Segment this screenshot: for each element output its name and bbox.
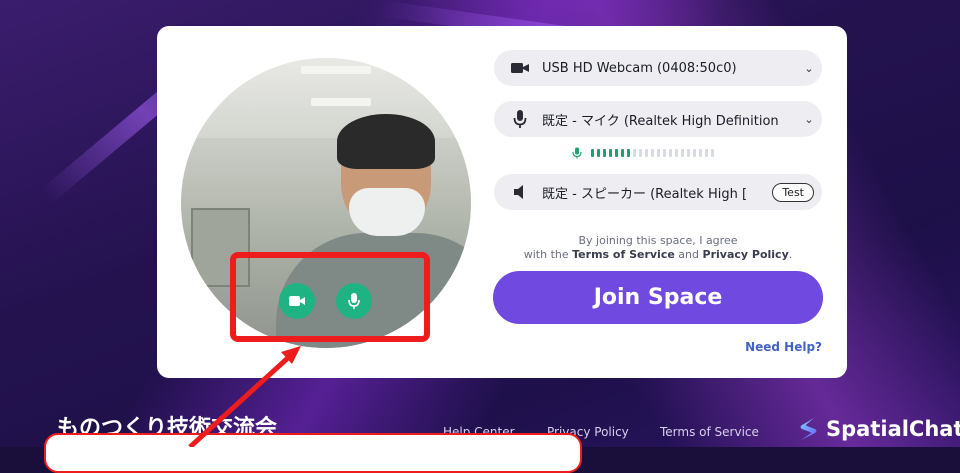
- privacy-policy-link[interactable]: Privacy Policy: [703, 248, 789, 261]
- microphone-level-bar: [597, 149, 600, 157]
- spatialchat-logo[interactable]: SpatialChat: [796, 416, 960, 442]
- microphone-level-bar: [675, 149, 678, 157]
- microphone-level-bar: [705, 149, 708, 157]
- speaker-select[interactable]: 既定 - スピーカー (Realtek High [ Test: [494, 174, 822, 210]
- speaker-icon: [506, 184, 534, 200]
- microphone-level-bar: [693, 149, 696, 157]
- microphone-level-bar: [687, 149, 690, 157]
- microphone-level-bar: [711, 149, 714, 157]
- microphone-level-bar: [663, 149, 666, 157]
- microphone-level-bar: [681, 149, 684, 157]
- spatialchat-logo-icon: [800, 418, 817, 440]
- microphone-level-bar: [669, 149, 672, 157]
- microphone-level-bars: [591, 149, 714, 157]
- camera-select[interactable]: USB HD Webcam (0408:50c0) ⌄: [494, 50, 822, 86]
- microphone-icon: [572, 147, 582, 159]
- microphone-level-bar: [633, 149, 636, 157]
- microphone-level-bar: [627, 149, 630, 157]
- terms-agreement-line1: By joining this space, I agree: [578, 234, 738, 247]
- microphone-level-bar: [603, 149, 606, 157]
- video-camera-icon: [506, 61, 534, 75]
- annotation-highlight-box: [230, 252, 430, 342]
- brand-name: SpatialChat: [826, 417, 960, 441]
- agreement-prefix: with the: [523, 248, 573, 261]
- camera-select-value: USB HD Webcam (0408:50c0): [542, 60, 737, 76]
- annotation-callout-box: [44, 433, 582, 473]
- need-help-link[interactable]: Need Help?: [700, 340, 822, 354]
- microphone-icon: [506, 109, 534, 129]
- microphone-level-bar: [639, 149, 642, 157]
- microphone-select[interactable]: 既定 - マイク (Realtek High Definition ⌄: [494, 101, 822, 137]
- terms-agreement-line2: with the Terms of Service and Privacy Po…: [494, 248, 822, 262]
- microphone-level-bar: [615, 149, 618, 157]
- microphone-level-bar: [621, 149, 624, 157]
- preview-person-mask: [349, 188, 425, 236]
- microphone-level-bar: [609, 149, 612, 157]
- chevron-down-icon: ⌄: [804, 112, 814, 126]
- microphone-level-bar: [651, 149, 654, 157]
- agreement-and: and: [674, 248, 703, 261]
- preview-light: [311, 98, 371, 106]
- speaker-select-value: 既定 - スピーカー (Realtek High [: [542, 186, 748, 202]
- microphone-level-bar: [591, 149, 594, 157]
- speaker-test-button[interactable]: Test: [772, 182, 814, 202]
- microphone-level-bar: [699, 149, 702, 157]
- preview-light: [301, 66, 371, 74]
- join-space-button[interactable]: Join Space: [493, 271, 823, 324]
- footer-link-terms-of-service[interactable]: Terms of Service: [660, 425, 759, 439]
- microphone-level-meter: [572, 147, 752, 159]
- microphone-level-bar: [645, 149, 648, 157]
- terms-agreement: By joining this space, I agree with the …: [494, 234, 822, 262]
- chevron-down-icon: ⌄: [804, 61, 814, 75]
- agreement-suffix: .: [788, 248, 793, 261]
- microphone-level-bar: [657, 149, 660, 157]
- preview-person-hair: [337, 114, 435, 169]
- microphone-select-value: 既定 - マイク (Realtek High Definition: [542, 113, 779, 129]
- terms-of-service-link[interactable]: Terms of Service: [572, 248, 675, 261]
